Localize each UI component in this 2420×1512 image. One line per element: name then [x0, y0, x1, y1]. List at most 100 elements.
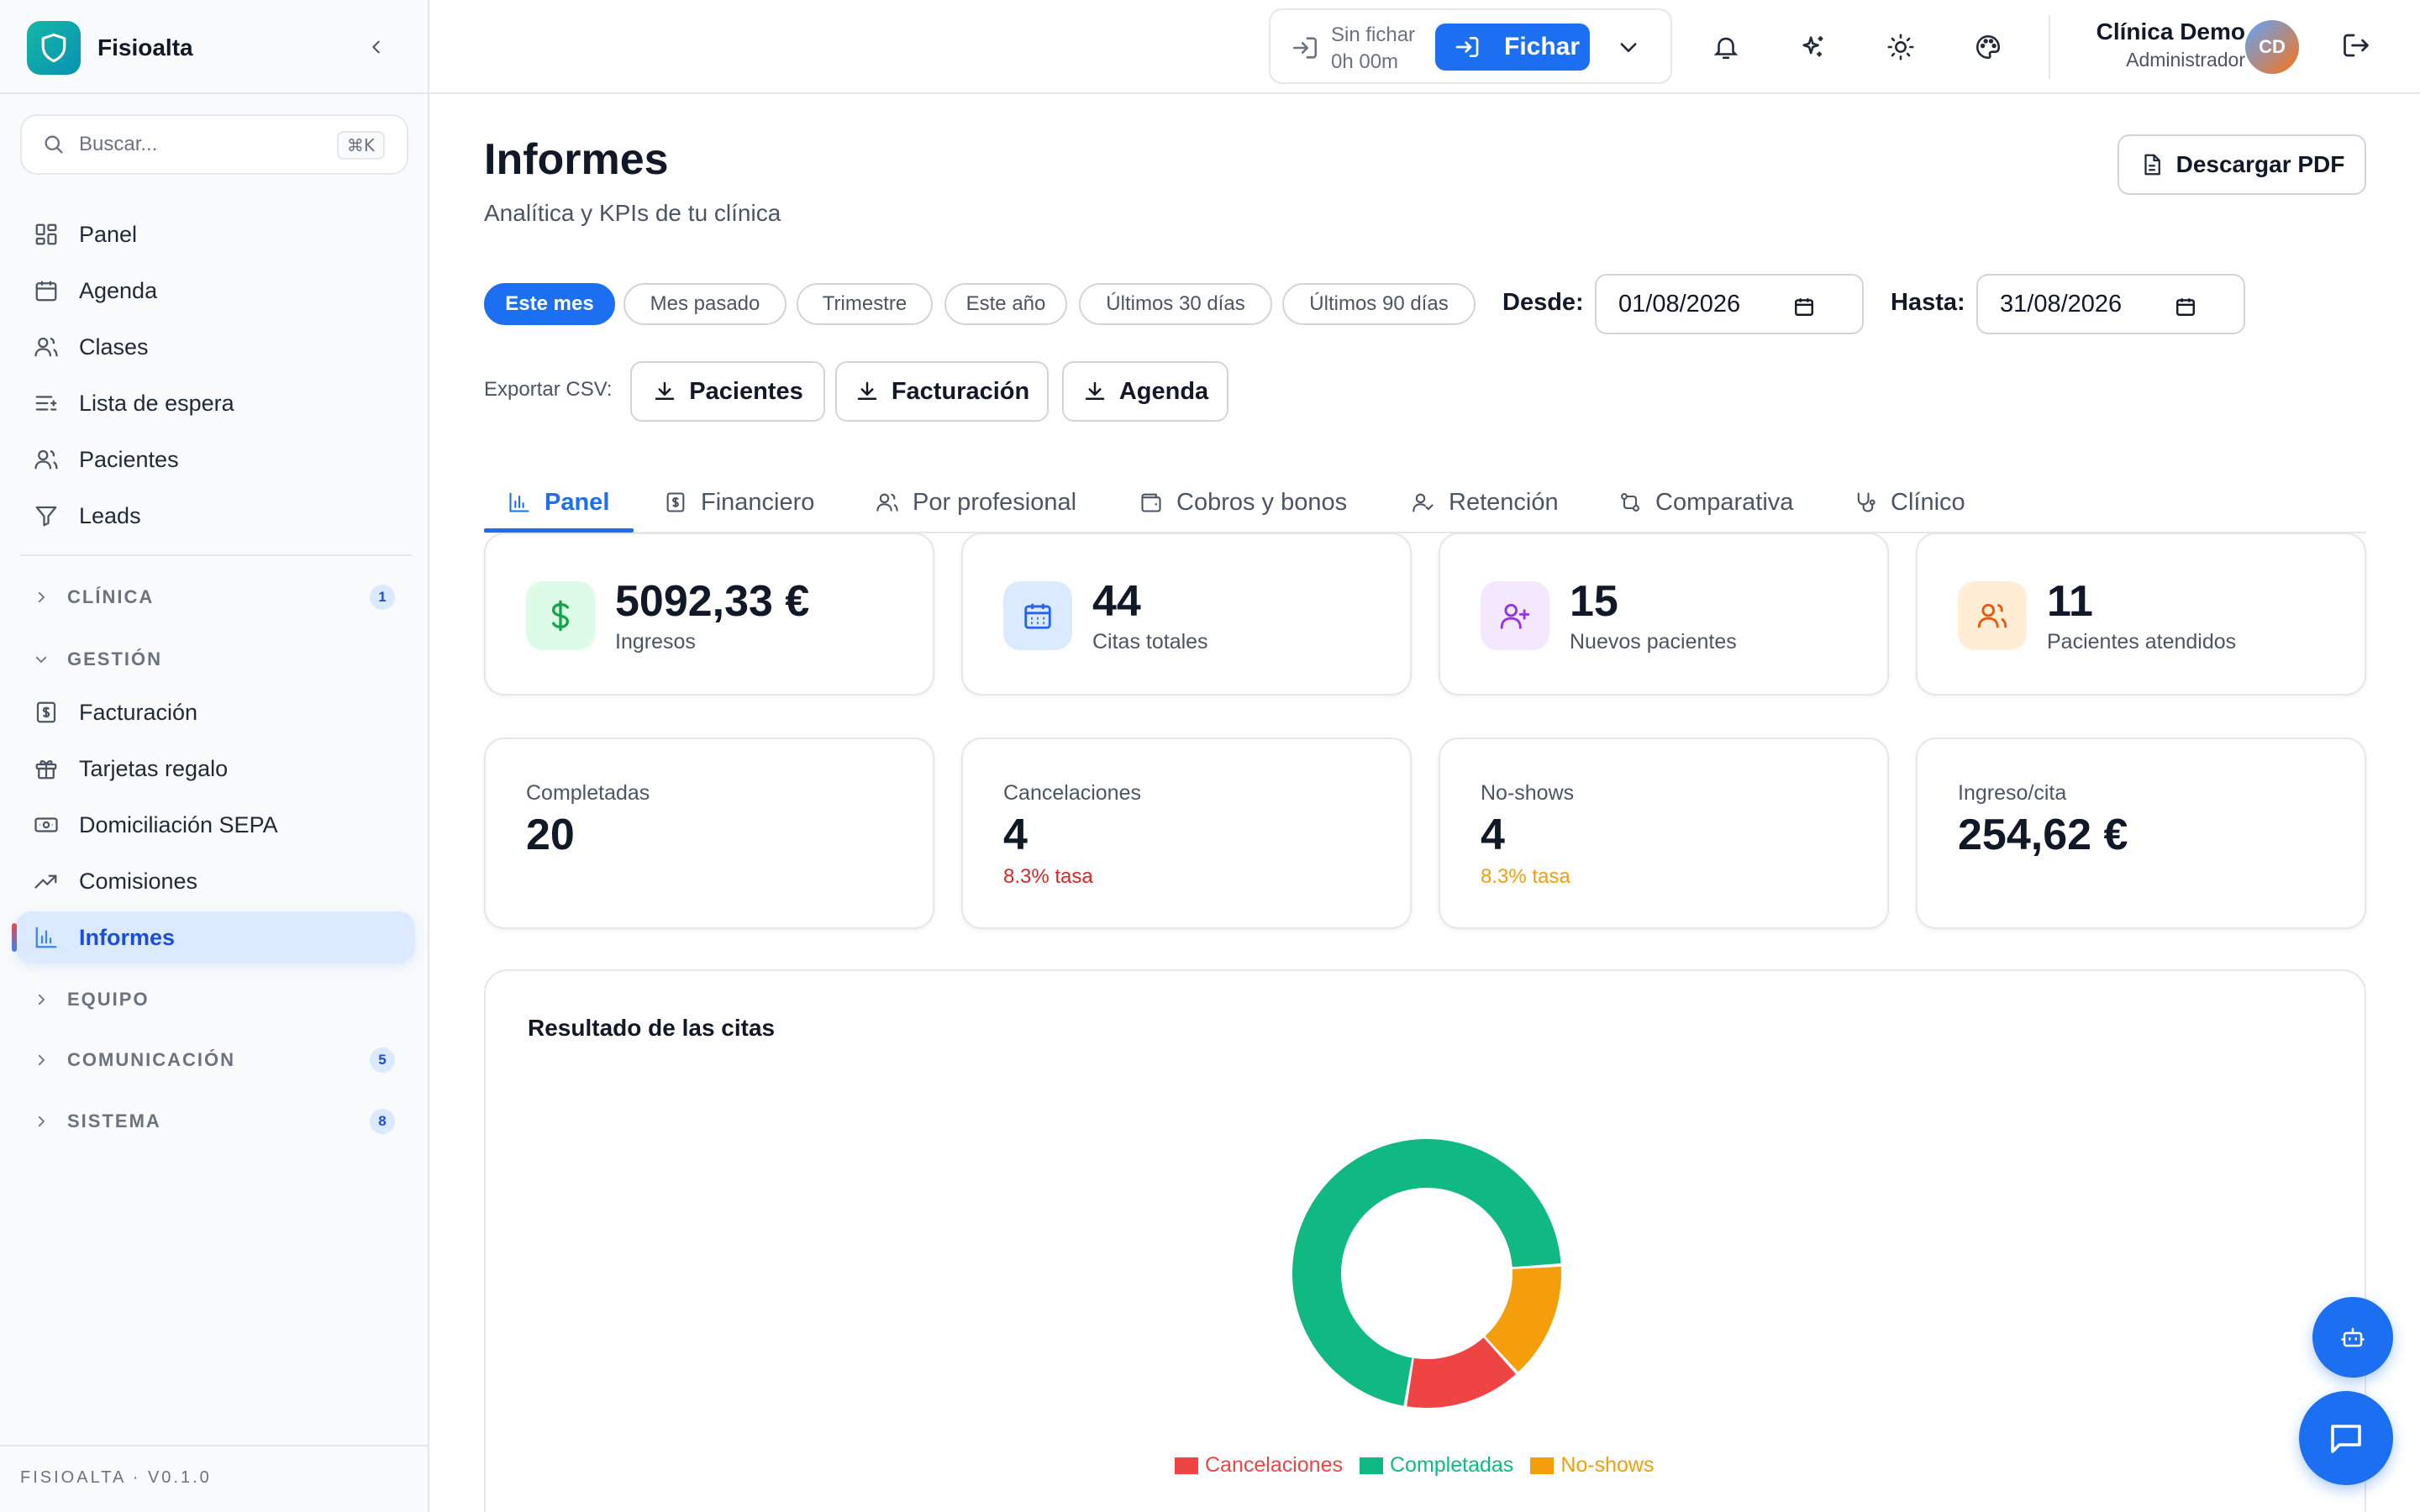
chart-title: Resultado de las citas: [528, 1015, 776, 1041]
stat-label: Completadas: [526, 781, 650, 805]
sidebar-item-agenda[interactable]: Agenda: [15, 265, 415, 317]
ai-sparkles-button[interactable]: [1797, 30, 1830, 64]
chat-button[interactable]: [2299, 1391, 2393, 1485]
to-date-input[interactable]: 31/08/2026: [1976, 274, 2245, 334]
sidebar-item-domiciliacion-sepa[interactable]: Domiciliación SEPA: [15, 799, 415, 851]
time-clock-widget: Sin fichar 0h 00m Fichar: [1269, 8, 1672, 84]
stat-rate: 8.3% tasa: [1481, 865, 1570, 888]
section-clinica[interactable]: CLÍNICA 1: [34, 580, 400, 614]
legend-label: Cancelaciones: [1205, 1453, 1343, 1477]
fichar-button[interactable]: Fichar: [1435, 24, 1590, 71]
sidebar-item-clases[interactable]: Clases: [15, 321, 415, 373]
range-este-ano[interactable]: Este año: [944, 283, 1067, 325]
section-equipo[interactable]: EQUIPO: [34, 983, 400, 1016]
sidebar-item-label: Lista de espera: [79, 390, 234, 416]
grid-icon: [35, 223, 57, 245]
tab-por-profesional[interactable]: Por profesional: [876, 472, 1076, 533]
kpi-value: 5092,33 €: [615, 577, 810, 626]
kpi-label: Ingresos: [615, 630, 696, 654]
notifications-button[interactable]: [1709, 30, 1743, 64]
stat-card-completadas: Completadas 20: [484, 738, 934, 929]
sidebar-item-tarjetas-regalo[interactable]: Tarjetas regalo: [15, 743, 415, 795]
tab-cobros-bonos[interactable]: Cobros y bonos: [1139, 472, 1347, 533]
sidebar-item-label: Leads: [79, 502, 141, 528]
collapse-sidebar-button[interactable]: [360, 32, 393, 62]
search-shortcut: ⌘K: [336, 131, 385, 160]
brand[interactable]: Fisioalta: [27, 20, 193, 76]
git-compare-icon: [1621, 493, 1639, 512]
tab-clinico[interactable]: Clínico: [1854, 472, 1965, 533]
theme-toggle-button[interactable]: [1884, 30, 1918, 64]
download-icon: [857, 381, 877, 400]
tab-financiero[interactable]: Financiero: [664, 472, 814, 533]
bar-chart-icon: [35, 927, 57, 948]
avatar[interactable]: CD: [2245, 20, 2299, 74]
user-plus-icon: [1481, 581, 1549, 650]
export-agenda-button[interactable]: Agenda: [1062, 361, 1228, 422]
range-trimestre[interactable]: Trimestre: [797, 283, 933, 325]
sidebar-item-leads[interactable]: Leads: [15, 490, 415, 542]
section-badge: 8: [370, 1109, 395, 1134]
clock-status: Sin fichar 0h 00m: [1331, 22, 1415, 76]
legend-label: Completadas: [1390, 1453, 1514, 1477]
section-label: EQUIPO: [67, 989, 150, 1010]
divider: [429, 92, 2420, 94]
user-name: Clínica Demo: [2096, 18, 2245, 45]
users-icon: [1958, 581, 2027, 650]
section-sistema[interactable]: SISTEMA 8: [34, 1105, 400, 1138]
legend-item[interactable]: No-shows: [1530, 1453, 1654, 1478]
stat-card-no-shows: No-shows 4 8.3% tasa: [1439, 738, 1889, 929]
sidebar-item-label: Comisiones: [79, 868, 198, 894]
range-mes-pasado[interactable]: Mes pasado: [623, 283, 786, 325]
from-date-input[interactable]: 01/08/2026: [1595, 274, 1864, 334]
chevron-left-icon: [372, 40, 380, 54]
kpi-value: 11: [2047, 577, 2093, 626]
sidebar-item-lista-espera[interactable]: Lista de espera: [15, 377, 415, 429]
download-pdf-button[interactable]: Descargar PDF: [2118, 134, 2366, 195]
calendar-icon: [2176, 298, 2195, 316]
list-icon: [35, 396, 57, 411]
range-ultimos-30[interactable]: Últimos 30 días: [1079, 283, 1272, 325]
legend-item[interactable]: Completadas: [1360, 1453, 1513, 1478]
download-icon: [655, 381, 675, 400]
sidebar-item-facturacion[interactable]: Facturación: [15, 686, 415, 738]
range-ultimos-90[interactable]: Últimos 90 días: [1282, 283, 1476, 325]
sidebar-item-label: Domiciliación SEPA: [79, 811, 278, 837]
assistant-bot-button[interactable]: [2312, 1297, 2393, 1378]
range-este-mes[interactable]: Este mes: [484, 283, 615, 325]
logout-icon[interactable]: [2341, 30, 2371, 60]
chart-card: Resultado de las citas Cancelaciones Comp…: [484, 969, 2366, 1512]
kpi-label: Pacientes atendidos: [2047, 630, 2237, 654]
sidebar-item-label: Agenda: [79, 277, 158, 303]
export-facturacion-button[interactable]: Facturación: [835, 361, 1049, 422]
legend-item[interactable]: Cancelaciones: [1175, 1453, 1343, 1478]
sidebar-item-panel[interactable]: Panel: [15, 208, 415, 260]
section-badge: 1: [370, 585, 395, 610]
chevron-down-icon: [35, 656, 47, 664]
search-input[interactable]: Buscar... ⌘K: [20, 114, 408, 175]
palette-button[interactable]: [1971, 30, 2005, 64]
stat-label: Ingreso/cita: [1958, 781, 2067, 805]
export-pacientes-button[interactable]: Pacientes: [630, 361, 825, 422]
section-label: CLÍNICA: [67, 586, 155, 607]
user-role: Administrador: [2126, 49, 2245, 71]
section-comunicacion[interactable]: COMUNICACIÓN 5: [34, 1043, 400, 1077]
section-gestion[interactable]: GESTIÓN: [34, 643, 400, 676]
chevron-down-icon[interactable]: [1617, 35, 1640, 59]
sidebar-item-informes[interactable]: Informes: [12, 911, 415, 963]
users-icon: [876, 493, 898, 512]
log-in-icon: [1455, 37, 1479, 57]
page-subtitle: Analítica y KPIs de tu clínica: [484, 200, 781, 226]
sidebar-item-comisiones[interactable]: Comisiones: [15, 855, 415, 907]
search-placeholder: Buscar...: [79, 133, 158, 155]
sidebar-item-label: Clases: [79, 333, 149, 360]
stethoscope-icon: [1857, 492, 1876, 512]
sidebar-item-pacientes[interactable]: Pacientes: [15, 433, 415, 486]
tab-retencion[interactable]: Retención: [1412, 472, 1559, 533]
to-date-value: 31/08/2026: [2000, 290, 2123, 318]
sidebar-item-label: Tarjetas regalo: [79, 755, 229, 781]
sidebar: Fisioalta Buscar... ⌘K Panel Agenda Clas…: [0, 0, 429, 1512]
tab-panel[interactable]: Panel: [508, 472, 609, 533]
tab-label: Financiero: [701, 488, 815, 516]
tab-comparativa[interactable]: Comparativa: [1618, 472, 1793, 533]
